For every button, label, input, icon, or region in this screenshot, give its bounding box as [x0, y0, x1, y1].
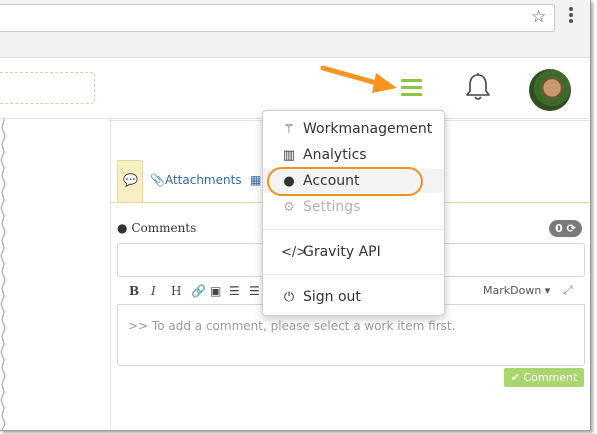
comments-label: Comments — [131, 221, 197, 235]
image-icon[interactable]: ▣ — [210, 284, 221, 298]
tab-attachments[interactable]: 📎Attachments — [150, 173, 242, 187]
numbered-list-icon[interactable]: ☰ — [249, 284, 260, 298]
tab-strip — [0, 34, 590, 57]
power-icon: ⏻ — [283, 290, 295, 305]
account-highlight-ring — [267, 167, 423, 196]
arrow-annotation — [320, 65, 397, 93]
search-box[interactable] — [0, 72, 95, 104]
italic-button[interactable]: I — [151, 284, 156, 298]
menu-item-label: Gravity API — [303, 244, 381, 260]
attachments-label: Attachments — [164, 173, 242, 187]
menu-item-settings[interactable]: ⚙ Settings — [263, 196, 444, 220]
comments-icon: ● — [117, 221, 128, 235]
comments-heading: ● Comments — [117, 221, 196, 235]
fullscreen-icon[interactable]: ⤢ — [563, 283, 573, 298]
link-icon[interactable]: 🔗 — [191, 284, 206, 298]
left-panel — [0, 118, 111, 430]
menu-item-workmanagement[interactable]: ⚚ Workmanagement — [263, 118, 444, 142]
paperclip-icon: 📎 — [150, 173, 165, 187]
comment-button-label: Comment — [523, 371, 578, 384]
menu-divider — [263, 229, 444, 230]
menu-divider — [263, 274, 444, 275]
browser-chrome: ☆ — [0, 0, 590, 58]
markdown-label: MarkDown — [483, 284, 542, 297]
gears-icon: ⚙ — [283, 200, 295, 215]
comment-count-badge[interactable]: 0 ⟳ — [549, 220, 582, 237]
calendar-icon[interactable]: ▦ — [250, 173, 261, 187]
comment-icon: 💬 — [123, 173, 138, 187]
avatar[interactable] — [529, 69, 571, 111]
menu-item-label: Settings — [303, 199, 361, 215]
menu-item-label: Analytics — [303, 147, 367, 163]
tab-comments[interactable]: 💬 — [117, 160, 143, 203]
star-icon[interactable]: ☆ — [531, 7, 546, 27]
markdown-dropdown[interactable]: MarkDown ▾ — [483, 284, 550, 297]
address-bar[interactable] — [0, 4, 555, 32]
menu-item-analytics[interactable]: ▥ Analytics — [263, 144, 444, 168]
editor-placeholder: >> To add a comment, please select a wor… — [128, 319, 456, 333]
comment-button[interactable]: ✔ Comment — [504, 368, 584, 387]
bullet-list-icon[interactable]: ☰ — [229, 284, 240, 298]
menu-item-label: Workmanagement — [303, 121, 433, 137]
user-dropdown-menu: ⚚ Workmanagement ▥ Analytics ● Account ⚙… — [262, 110, 445, 316]
comment-count: 0 — [555, 222, 563, 235]
bold-button[interactable]: B — [129, 284, 139, 298]
heading-button[interactable]: H — [171, 284, 181, 298]
magic-wand-icon: ⚚ — [283, 122, 295, 137]
code-icon: </> — [281, 245, 308, 260]
hamburger-menu-icon[interactable] — [401, 79, 422, 100]
bell-icon[interactable] — [465, 72, 491, 102]
menu-item-gravity-api[interactable]: </> Gravity API — [263, 241, 444, 265]
menu-item-sign-out[interactable]: ⏻ Sign out — [263, 286, 444, 310]
menu-item-label: Sign out — [303, 289, 361, 305]
kebab-menu-icon[interactable] — [569, 7, 573, 25]
bar-chart-icon: ▥ — [282, 148, 296, 163]
